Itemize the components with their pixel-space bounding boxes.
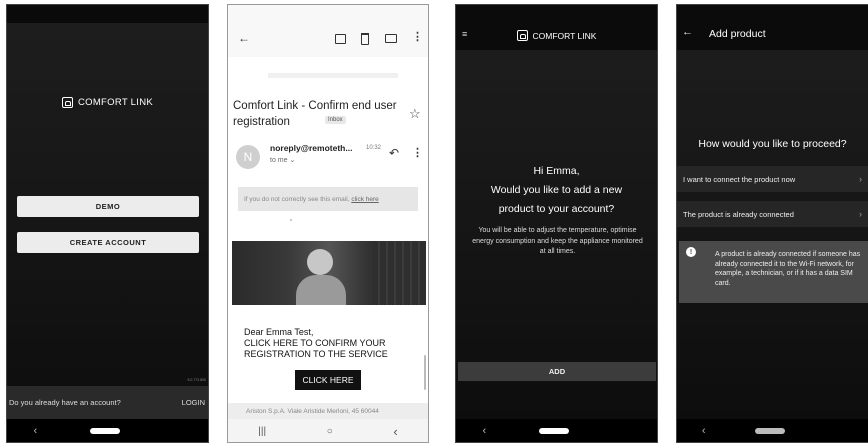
back-nav-icon[interactable]: ‹	[393, 424, 397, 439]
option-label: I want to connect the product now	[683, 174, 796, 184]
chevron-down-icon: ⌄	[289, 157, 296, 164]
notice-link[interactable]: click here	[351, 196, 378, 203]
email-hero-image	[232, 241, 426, 305]
recipient-label[interactable]: to me ⌄	[270, 156, 295, 164]
back-nav-icon[interactable]: ‹	[483, 425, 487, 437]
house-logo-icon	[61, 97, 73, 108]
option-label: The product is already connected	[683, 209, 794, 219]
login-prompt: Do you already have an account?	[9, 398, 121, 407]
mail-icon[interactable]	[385, 34, 397, 43]
inbox-badge[interactable]: Inbox	[325, 116, 346, 124]
sender-name[interactable]: noreply@remoteth...	[270, 143, 352, 153]
welcome-screen: COMFORT LINK DEMO CREATE ACCOUNT 5.0.772…	[6, 4, 209, 443]
info-text: A product is already connected if someon…	[715, 251, 861, 287]
house-logo-icon	[516, 30, 528, 41]
nav-bar: ‹	[7, 419, 208, 442]
demo-button[interactable]: DEMO	[17, 196, 199, 217]
login-bar: Do you already have an account? LOGIN	[7, 386, 208, 419]
add-product-screen: ← Add product How would you like to proc…	[676, 4, 868, 443]
click-here-button[interactable]: CLICK HERE	[295, 370, 361, 390]
brand-name: COMFORT LINK	[532, 30, 597, 41]
back-nav-icon[interactable]: ‹	[34, 425, 38, 437]
archive-icon[interactable]	[335, 34, 346, 44]
info-box: ! A product is already connected if some…	[679, 241, 868, 303]
delete-icon[interactable]	[361, 33, 369, 45]
scrollbar[interactable]	[424, 355, 426, 390]
recents-nav-icon[interactable]: |||	[258, 426, 266, 437]
greeting-heading: Hi Emma, Would you like to add a new pro…	[490, 165, 623, 215]
app-header: ← Add product	[677, 5, 868, 50]
brand-logo: COMFORT LINK	[7, 97, 208, 108]
greeting-description: You will be able to adjust the temperatu…	[472, 227, 643, 255]
chevron-right-icon: ›	[859, 174, 862, 184]
email-subject: Comfort Link - Confirm end user registra…	[233, 100, 397, 128]
email-time: 10:32	[366, 145, 382, 151]
brand-name: COMFORT LINK	[77, 97, 154, 108]
email-greeting: Dear Emma Test,	[244, 327, 314, 337]
email-body: Dear Emma Test, CLICK HERE TO CONFIRM YO…	[244, 327, 404, 360]
nav-bar: ||| ○ ‹	[228, 419, 428, 442]
email-body-text: CLICK HERE TO CONFIRM YOUR REGISTRATION …	[244, 338, 388, 359]
app-header: ≡ COMFORT LINK	[456, 5, 657, 50]
home-nav-icon[interactable]	[539, 428, 570, 434]
version-label: 5.0.772.800	[187, 378, 207, 382]
back-arrow-icon[interactable]: ←	[682, 26, 693, 38]
back-nav-icon[interactable]: ‹	[702, 425, 706, 437]
back-arrow-icon[interactable]: ←	[238, 31, 250, 45]
proceed-question: How would you like to proceed?	[698, 138, 847, 150]
star-icon[interactable]: ☆	[409, 106, 421, 122]
notice-box: If you do not correctly see this email, …	[238, 187, 418, 211]
email-more-icon[interactable]: ⋮	[412, 146, 423, 159]
brand-logo: COMFORT LINK	[456, 30, 657, 41]
home-nav-icon[interactable]	[755, 428, 786, 434]
login-link[interactable]: LOGIN	[182, 398, 205, 407]
email-screen: ← ⋮ Comfort Link - Confirm end user regi…	[227, 4, 429, 443]
welcome-add-product-screen: ≡ COMFORT LINK Hi Emma, Would you like t…	[455, 4, 658, 443]
nav-bar: ‹	[677, 419, 868, 442]
reply-icon[interactable]: ↶	[389, 146, 399, 160]
home-nav-icon[interactable]: ○	[327, 426, 333, 437]
more-vert-icon[interactable]: ⋮	[412, 30, 423, 43]
page-title: Add product	[709, 28, 766, 40]
email-footer: Ariston S.p.A. Viale Aristide Merloni, 4…	[228, 403, 428, 419]
option-already-connected[interactable]: The product is already connected ›	[677, 201, 868, 227]
info-icon: !	[686, 247, 696, 257]
chevron-right-icon: ›	[859, 209, 862, 219]
email-toolbar: ← ⋮	[228, 5, 428, 57]
option-connect-now[interactable]: I want to connect the product now ›	[677, 166, 868, 192]
status-bar	[7, 5, 208, 23]
sender-avatar[interactable]: N	[236, 145, 260, 169]
create-account-button[interactable]: CREATE ACCOUNT	[17, 232, 199, 253]
home-nav-icon[interactable]	[90, 428, 121, 434]
add-button[interactable]: ADD	[458, 362, 656, 381]
nav-bar: ‹	[456, 419, 657, 442]
